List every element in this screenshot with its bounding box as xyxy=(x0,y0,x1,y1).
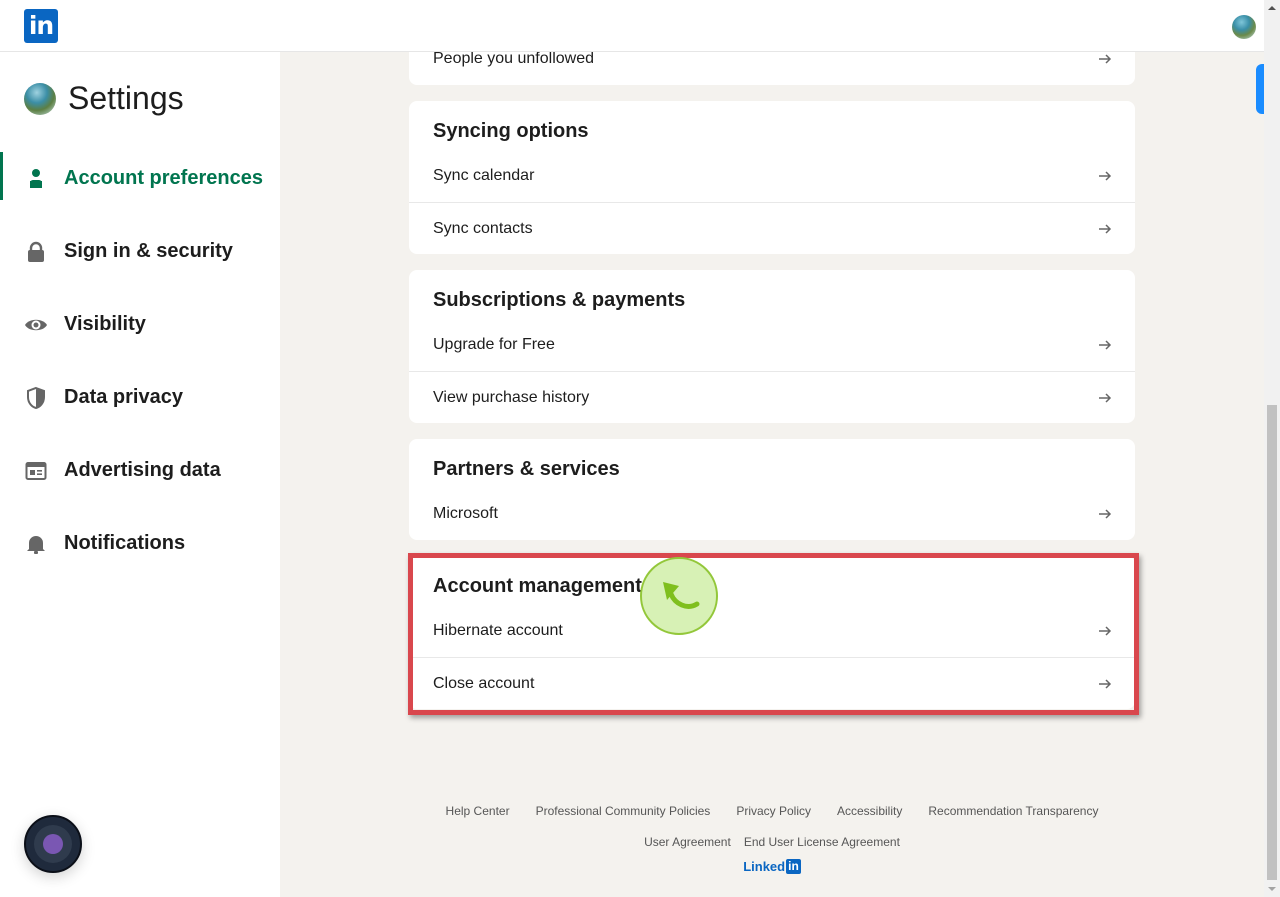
eye-icon xyxy=(24,313,48,337)
lock-icon xyxy=(24,240,48,264)
sidebar-item-advertising-data[interactable]: Advertising data xyxy=(0,434,280,507)
sidebar-item-sign-in-security[interactable]: Sign in & security xyxy=(0,215,280,288)
arrow-right-icon xyxy=(1099,392,1112,403)
bell-icon xyxy=(24,532,48,556)
brand-text: Linked xyxy=(743,859,786,874)
footer-link-privacy-policy[interactable]: Privacy Policy xyxy=(736,804,811,818)
row-label: View purchase history xyxy=(433,388,590,406)
row-label: Close account xyxy=(433,674,535,692)
arrow-right-icon xyxy=(1099,509,1112,519)
card-title: Syncing options xyxy=(433,120,589,142)
curved-arrow-icon xyxy=(663,582,700,609)
row-label: Sync calendar xyxy=(433,167,535,184)
shield-icon xyxy=(24,386,48,410)
footer-links-row-2: User Agreement End User License Agreemen… xyxy=(409,826,1135,857)
footer-link-recommendation-transparency[interactable]: Recommendation Transparency xyxy=(928,804,1098,818)
row-view-purchase-history[interactable]: View purchase history xyxy=(409,371,1135,423)
row-label: Upgrade for Free xyxy=(433,336,555,353)
side-panel-tab[interactable] xyxy=(1256,64,1264,114)
footer-links-row-1: Help Center Professional Community Polic… xyxy=(409,795,1135,826)
footer-linkedin-logo: Linked in xyxy=(743,859,801,874)
row-close-account[interactable]: Close account xyxy=(409,657,1135,709)
card-title: Account management xyxy=(433,575,642,597)
row-sync-contacts[interactable]: Sync contacts xyxy=(409,202,1135,254)
chat-ring-icon xyxy=(34,825,72,863)
ad-icon xyxy=(24,459,48,483)
scrollbar-thumb[interactable] xyxy=(1267,405,1277,880)
settings-card-syncing-options: Syncing options Sync calendar Sync conta… xyxy=(409,101,1135,254)
footer-link-eula[interactable]: End User License Agreement xyxy=(744,835,900,849)
arrow-right-icon xyxy=(1099,340,1112,350)
footer-link-community-policies[interactable]: Professional Community Policies xyxy=(536,804,711,818)
arrow-right-icon xyxy=(1099,223,1112,234)
scroll-up-arrow-icon[interactable] xyxy=(1268,6,1276,10)
page-title: Settings xyxy=(68,80,184,116)
row-label: Hibernate account xyxy=(433,622,563,639)
footer-link-user-agreement[interactable]: User Agreement xyxy=(644,835,731,849)
click-marker xyxy=(640,557,718,635)
scroll-down-arrow-icon[interactable] xyxy=(1268,887,1276,891)
sidebar-item-visibility[interactable]: Visibility xyxy=(0,288,280,361)
settings-header: Settings xyxy=(24,80,184,117)
arrow-right-icon xyxy=(1099,626,1112,636)
assistant-chat-button[interactable] xyxy=(24,815,82,873)
arrow-right-icon xyxy=(1099,171,1112,181)
settings-card-account-management: Account management Hibernate account Clo… xyxy=(409,556,1135,709)
chat-dot-icon xyxy=(43,834,63,854)
sidebar-item-label: Visibility xyxy=(64,313,146,335)
sidebar-item-data-privacy[interactable]: Data privacy xyxy=(0,361,280,434)
profile-avatar[interactable] xyxy=(1232,15,1256,39)
row-microsoft[interactable]: Microsoft xyxy=(409,488,1135,540)
settings-card-partners-services: Partners & services Microsoft xyxy=(409,439,1135,540)
card-title: Partners & services xyxy=(433,458,620,480)
linkedin-logo[interactable]: in xyxy=(24,9,58,43)
arrow-right-icon xyxy=(1099,678,1112,689)
sidebar-item-label: Advertising data xyxy=(64,459,221,481)
sidebar-item-label: Account preferences xyxy=(64,167,263,189)
sidebar-item-label: Notifications xyxy=(64,532,186,554)
top-navbar: in xyxy=(0,0,1264,52)
row-label: People you unfollowed xyxy=(433,50,595,67)
footer-link-accessibility[interactable]: Accessibility xyxy=(837,804,902,818)
brand-box: in xyxy=(786,859,801,874)
settings-avatar xyxy=(24,82,56,115)
sidebar-item-notifications[interactable]: Notifications xyxy=(0,507,280,580)
footer: Help Center Professional Community Polic… xyxy=(409,795,1135,874)
person-icon xyxy=(24,167,48,191)
card-title: Subscriptions & payments xyxy=(433,289,686,311)
settings-sidebar: Settings Account preferences Sign in & s… xyxy=(0,52,280,897)
arrow-right-icon xyxy=(1099,54,1112,64)
sidebar-item-label: Sign in & security xyxy=(64,240,233,262)
sidebar-item-account-preferences[interactable]: Account preferences xyxy=(0,142,280,215)
sidebar-item-label: Data privacy xyxy=(64,386,183,408)
settings-card-subscriptions-payments: Subscriptions & payments Upgrade for Fre… xyxy=(409,270,1135,423)
row-label: Sync contacts xyxy=(433,219,533,237)
row-sync-calendar[interactable]: Sync calendar xyxy=(409,150,1135,202)
row-upgrade-for-free[interactable]: Upgrade for Free xyxy=(409,319,1135,371)
row-label: Microsoft xyxy=(433,505,498,522)
footer-link-help-center[interactable]: Help Center xyxy=(446,804,510,818)
settings-nav: Account preferences Sign in & security V… xyxy=(0,142,280,580)
page-scrollbar[interactable] xyxy=(1264,0,1280,897)
row-hibernate-account[interactable]: Hibernate account xyxy=(409,605,1135,657)
